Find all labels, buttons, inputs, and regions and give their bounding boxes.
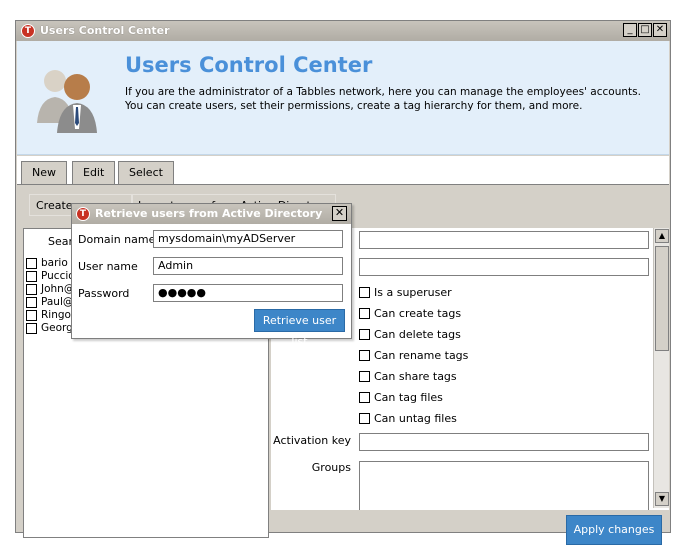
checkbox-box[interactable]: [359, 413, 370, 424]
dialog-title: Retrieve users from Active Directory: [95, 207, 323, 220]
user-name-input[interactable]: Admin: [153, 257, 343, 275]
user-checkbox[interactable]: [26, 310, 37, 321]
checkbox-label: Can delete tags: [374, 328, 461, 341]
scroll-down-icon[interactable]: ▼: [655, 492, 669, 506]
password-input[interactable]: ●●●●●: [153, 284, 343, 302]
untag-files-checkbox[interactable]: Can untag files: [359, 412, 457, 426]
dialog-logo-icon: T: [76, 207, 90, 221]
user-name: John@: [41, 283, 75, 295]
tag-files-checkbox[interactable]: Can tag files: [359, 391, 443, 405]
checkbox-label: Can rename tags: [374, 349, 469, 362]
tab-strip: New Edit Select: [17, 156, 669, 185]
user-checkbox[interactable]: [26, 297, 37, 308]
page-title: Users Control Center: [125, 53, 373, 77]
user-name-label: User name: [78, 260, 138, 273]
maximize-button[interactable]: □: [638, 23, 652, 37]
checkbox-label: Is a superuser: [374, 286, 452, 299]
rename-tags-checkbox[interactable]: Can rename tags: [359, 349, 468, 363]
tab-edit[interactable]: Edit: [72, 161, 116, 184]
minimize-button[interactable]: _: [623, 23, 637, 37]
user-checkbox[interactable]: [26, 323, 37, 334]
scroll-thumb[interactable]: [655, 246, 669, 351]
user-name: Puccio: [41, 270, 75, 282]
checkbox-box[interactable]: [359, 371, 370, 382]
dialog-titlebar[interactable]: T Retrieve users from Active Directory ✕: [72, 204, 351, 224]
password-label: Password: [78, 287, 130, 300]
ad-import-dialog: T Retrieve users from Active Directory ✕…: [71, 203, 352, 348]
user-checkbox[interactable]: [26, 258, 37, 269]
app-logo-icon: T: [21, 24, 35, 38]
users-avatar-icon: [37, 70, 97, 133]
delete-tags-checkbox[interactable]: Can delete tags: [359, 328, 461, 342]
user-checkbox[interactable]: [26, 284, 37, 295]
checkbox-label: Can create tags: [374, 307, 462, 320]
checkbox-label: Can tag files: [374, 391, 443, 404]
dialog-close-button[interactable]: ✕: [332, 206, 347, 221]
domain-name-input[interactable]: mysdomain\myADServer: [153, 230, 343, 248]
share-tags-checkbox[interactable]: Can share tags: [359, 370, 457, 384]
window-titlebar[interactable]: T Users Control Center _ □ ✕: [16, 21, 670, 41]
tab-select[interactable]: Select: [118, 161, 174, 184]
user-field-2[interactable]: [359, 258, 649, 276]
window-title: Users Control Center: [40, 24, 170, 37]
superuser-checkbox[interactable]: Is a superuser: [359, 286, 452, 300]
checkbox-box[interactable]: [359, 308, 370, 319]
groups-label: Groups: [311, 461, 351, 474]
checkbox-box[interactable]: [359, 392, 370, 403]
tab-new[interactable]: New: [21, 161, 67, 185]
checkbox-label: Can untag files: [374, 412, 457, 425]
page-description: If you are the administrator of a Tabble…: [125, 86, 641, 112]
scroll-up-icon[interactable]: ▲: [655, 229, 669, 243]
header-banner: Users Control Center If you are the admi…: [17, 41, 669, 155]
create-tags-checkbox[interactable]: Can create tags: [359, 307, 461, 321]
groups-field[interactable]: [359, 461, 649, 510]
activation-key-label: Activation key: [273, 434, 351, 447]
activation-key-input[interactable]: [359, 433, 649, 451]
window-controls: _ □ ✕: [623, 23, 667, 37]
user-checkbox[interactable]: [26, 271, 37, 282]
checkbox-box[interactable]: [359, 287, 370, 298]
user-name: bario: [41, 257, 68, 269]
domain-name-label: Domain name: [78, 233, 156, 246]
close-button[interactable]: ✕: [653, 23, 667, 37]
checkbox-box[interactable]: [359, 329, 370, 340]
checkbox-box[interactable]: [359, 350, 370, 361]
checkbox-label: Can share tags: [374, 370, 457, 383]
vertical-scrollbar[interactable]: ▲ ▼: [653, 228, 669, 508]
user-field-1[interactable]: [359, 231, 649, 249]
retrieve-user-list-button[interactable]: Retrieve user list: [254, 309, 345, 348]
apply-changes-button[interactable]: Apply changes: [566, 515, 662, 545]
